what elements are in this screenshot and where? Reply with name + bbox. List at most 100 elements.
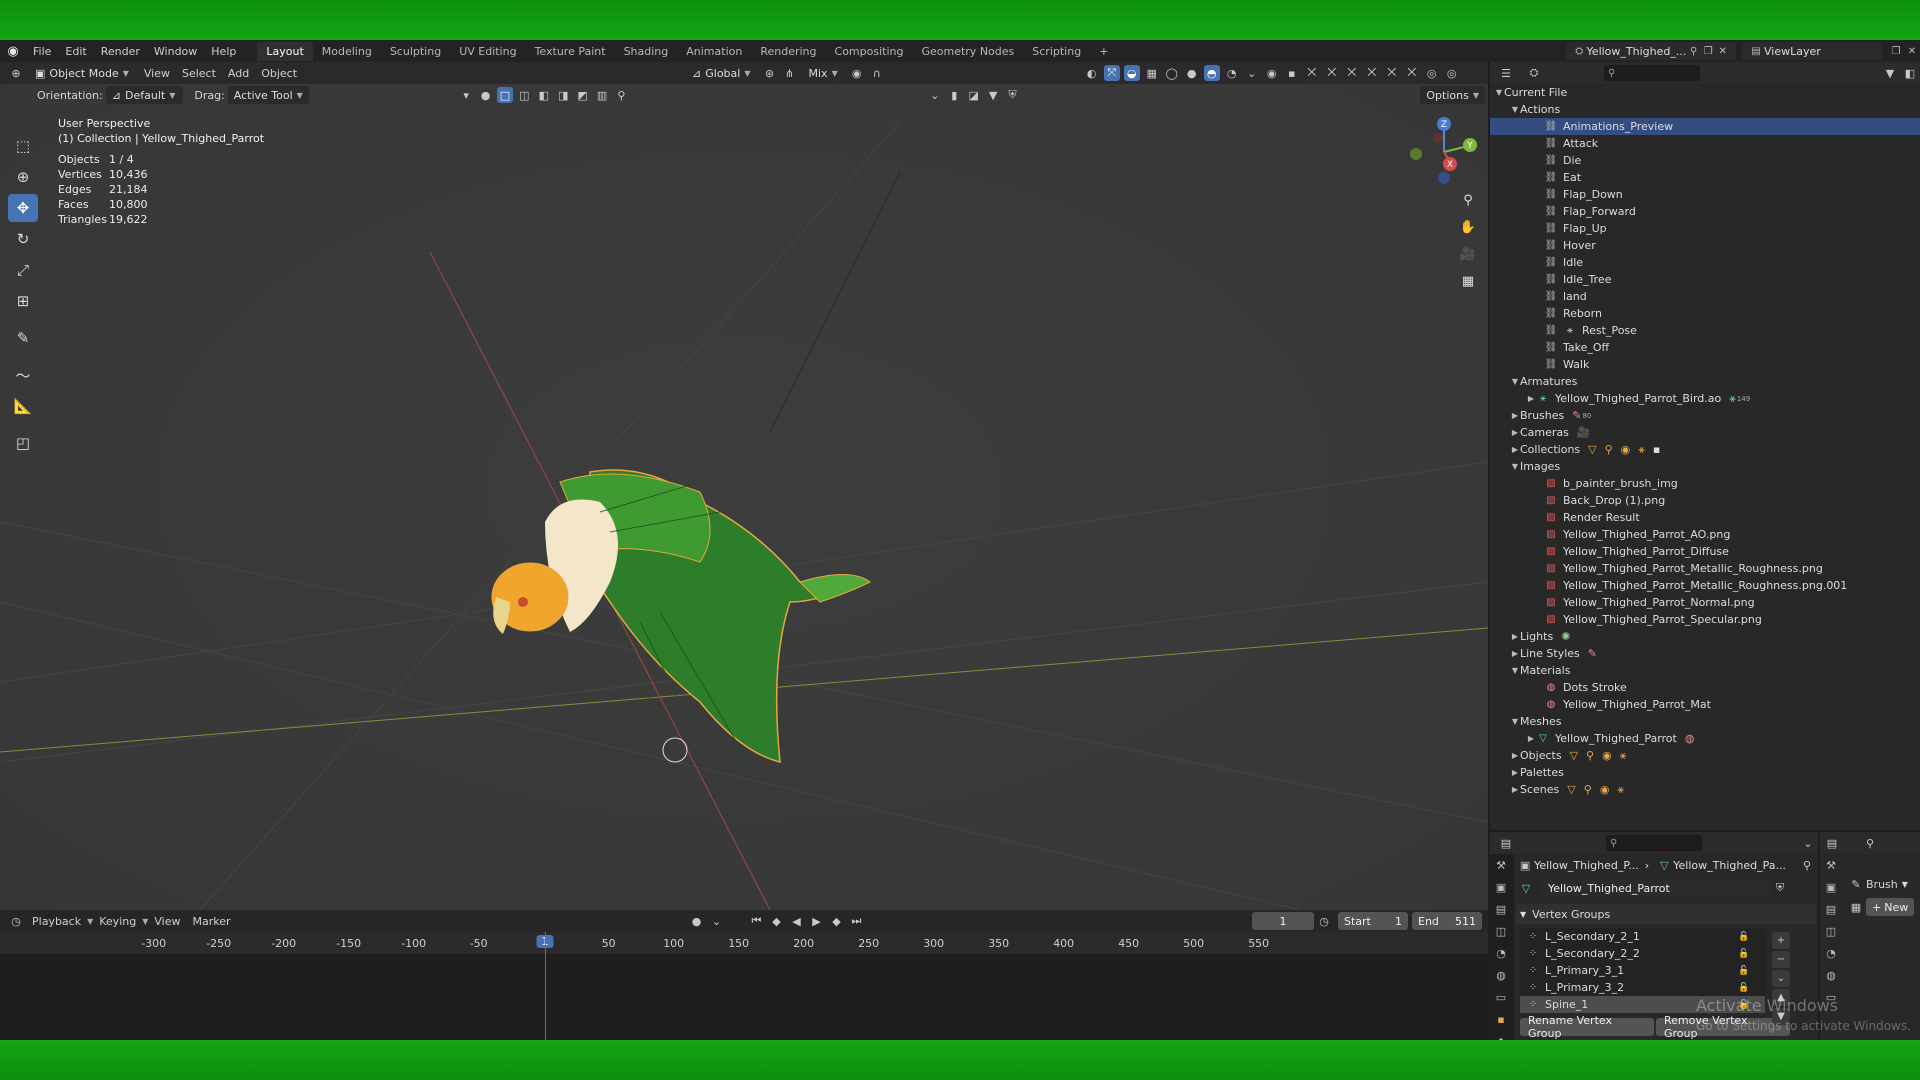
menu-edit[interactable]: Edit — [58, 45, 93, 58]
outliner-item-action[interactable]: ⛓ Walk — [1490, 356, 1920, 373]
mirror-z-icon[interactable]: ⨉ — [1344, 65, 1360, 81]
outliner-item-image[interactable]: ▨ Render Result — [1490, 509, 1920, 526]
outliner-editor-icon[interactable]: ☰ — [1498, 65, 1514, 81]
filter-icon[interactable]: ▼ — [985, 87, 1000, 103]
outliner-item-lights[interactable]: ▶ Lights ✺ — [1490, 628, 1920, 645]
outliner-item-image[interactable]: ▨ Back_Drop (1).png — [1490, 492, 1920, 509]
play-icon[interactable]: ▶ — [809, 913, 825, 929]
menu-window[interactable]: Window — [147, 45, 204, 58]
fake-user-shield-icon[interactable]: ⛨ — [1772, 880, 1788, 896]
camera-icon[interactable]: ▥ — [594, 87, 609, 103]
tab-shading[interactable]: Shading — [615, 42, 678, 61]
outliner-item-line-styles[interactable]: ▶ Line Styles ✎ — [1490, 645, 1920, 662]
tab-modeling[interactable]: Modeling — [313, 42, 381, 61]
properties-search-input[interactable]: ⚲ — [1606, 835, 1702, 851]
jump-start-icon[interactable]: ⏮ — [749, 913, 765, 929]
navigation-gizmo[interactable]: Z Y X — [1400, 112, 1480, 192]
search-icon[interactable]: ⚲ — [614, 87, 629, 103]
chevron-right-icon[interactable]: ▶ — [1510, 632, 1520, 641]
outliner-item-material[interactable]: ◍ Yellow_Thighed_Parrot_Mat — [1490, 696, 1920, 713]
specials-menu-button[interactable]: ⌄ — [1772, 970, 1790, 987]
visibility-icon[interactable]: ◐ — [1084, 65, 1100, 81]
solid-shading-icon[interactable]: ● — [1184, 65, 1200, 81]
outliner-item-cameras[interactable]: ▶ Cameras 🎥 — [1490, 424, 1920, 441]
outliner-item-image[interactable]: ▨ Yellow_Thighed_Parrot_Diffuse — [1490, 543, 1920, 560]
vertex-group-row[interactable]: ⁘ L_Secondary_2_1 🔓 — [1520, 928, 1765, 945]
select-box-icon[interactable]: □ — [497, 87, 513, 103]
texture-icon[interactable]: ▦ — [1848, 899, 1864, 915]
move-tool[interactable]: ✥ — [8, 194, 38, 222]
duplicate-icon[interactable]: ❐ — [1701, 43, 1716, 59]
remove-view-layer-icon[interactable]: ✕ — [1904, 43, 1920, 59]
3d-viewport[interactable]: ⊕ ▣ Object Mode ▼ View Select Add Object… — [0, 62, 1488, 910]
scale-tool[interactable]: ⤢ — [8, 256, 38, 284]
properties-editor-icon[interactable]: ▤ — [1498, 835, 1514, 851]
outliner-item-brushes[interactable]: ▶ Brushes ✎ 80 — [1490, 407, 1920, 424]
outliner-item-image[interactable]: ▨ Yellow_Thighed_Parrot_AO.png — [1490, 526, 1920, 543]
outliner-item-actions[interactable]: ▼ Actions — [1490, 101, 1920, 118]
rotate-tool[interactable]: ↻ — [8, 225, 38, 253]
close-icon[interactable]: ✕ — [1715, 43, 1730, 59]
add-cube-tool[interactable]: ◰ — [8, 429, 38, 457]
chevron-down-icon[interactable]: ▼ — [1510, 105, 1520, 114]
outliner-item-image[interactable]: ▨ Yellow_Thighed_Parrot_Normal.png — [1490, 594, 1920, 611]
menu-add[interactable]: Add — [222, 67, 255, 80]
camera-view-icon[interactable]: 🎥 — [1456, 242, 1480, 266]
mirror-x-icon[interactable]: ⨉ — [1304, 65, 1320, 81]
menu-select[interactable]: Select — [176, 67, 222, 80]
tab-scripting[interactable]: Scripting — [1023, 42, 1090, 61]
selection-mode-icon[interactable]: ▾ — [458, 87, 473, 103]
vertex-group-row[interactable]: ⁘ L_Primary_3_1 🔓 — [1520, 962, 1765, 979]
transform-orientation-dropdown[interactable]: ⊿ Global ▼ — [686, 64, 757, 82]
select-extend-icon[interactable]: ◫ — [517, 87, 532, 103]
menu-render[interactable]: Render — [94, 45, 147, 58]
lock-z-icon[interactable]: ⨉ — [1404, 65, 1420, 81]
proportional-edit-icon[interactable]: ◉ — [849, 65, 865, 81]
chevron-right-icon[interactable]: ▶ — [1510, 649, 1520, 658]
outliner-item-armature[interactable]: ▶ ⚹ Yellow_Thighed_Parrot_Bird.ao ⚹ 149 — [1490, 390, 1920, 407]
hide-icon[interactable]: ▪ — [1284, 65, 1300, 81]
tab-compositing[interactable]: Compositing — [826, 42, 913, 61]
chevron-down-icon[interactable]: ▼ — [1510, 717, 1520, 726]
chevron-down-icon[interactable]: ▼ — [1510, 666, 1520, 675]
blender-logo-icon[interactable]: ◉ — [0, 44, 26, 59]
overlay-toggle-icon[interactable]: ◒ — [1123, 65, 1140, 81]
pan-hand-icon[interactable]: ✋ — [1456, 215, 1480, 239]
tab-sculpting[interactable]: Sculpting — [381, 42, 450, 61]
pin-icon[interactable]: ⚲ — [1800, 857, 1814, 873]
play-reverse-icon[interactable]: ◀ — [789, 913, 805, 929]
outliner-item-action[interactable]: ⛓ Die — [1490, 152, 1920, 169]
chevron-right-icon[interactable]: ▶ — [1510, 445, 1520, 454]
mirror-y-icon[interactable]: ⨉ — [1324, 65, 1340, 81]
outliner-item-material[interactable]: ◍ Dots Stroke — [1490, 679, 1920, 696]
chevron-down-icon[interactable]: ▼ — [1510, 377, 1520, 386]
properties-editor-icon[interactable]: ▤ — [1824, 835, 1840, 851]
world-tab-icon[interactable]: ◍ — [1490, 964, 1512, 986]
chevron-right-icon[interactable]: ▶ — [1510, 411, 1520, 420]
snap-icon[interactable]: ⋔ — [782, 65, 798, 81]
vertex-groups-panel-header[interactable]: ▼ Vertex Groups — [1516, 904, 1816, 924]
pivot-icon[interactable]: ⊛ — [762, 65, 778, 81]
pin-icon[interactable]: ⚲ — [1686, 43, 1701, 59]
end-frame-field[interactable]: End 511 — [1412, 912, 1482, 930]
display-mode-icon[interactable]: ⛭ — [1526, 65, 1542, 81]
material-shading-icon[interactable]: ◓ — [1203, 65, 1220, 81]
annotate-tool[interactable]: ✎ — [8, 324, 38, 352]
menu-file[interactable]: File — [26, 45, 58, 58]
world-tab-icon[interactable]: ◍ — [1820, 964, 1842, 986]
chevron-right-icon[interactable]: ▶ — [1526, 734, 1536, 743]
menu-help[interactable]: Help — [204, 45, 243, 58]
bookmark-icon[interactable]: ▮ — [947, 87, 962, 103]
select-box-tool[interactable]: ⬚ — [8, 132, 38, 160]
zoom-icon[interactable]: ⚲ — [1456, 188, 1480, 212]
scene-selector[interactable]: ⛭ Yellow_Thighed_... ⚲ ❐ ✕ — [1566, 42, 1736, 60]
outliner-item-collections[interactable]: ▶ Collections ▽ ⚲ ◉ ⚹ ▪ — [1490, 441, 1920, 458]
outliner-item-image[interactable]: ▨ Yellow_Thighed_Parrot_Metallic_Roughnes… — [1490, 560, 1920, 577]
remove-vertex-group-button[interactable]: − — [1772, 951, 1790, 968]
editor-type-icon[interactable]: ⊕ — [8, 65, 24, 81]
rendered-shading-icon[interactable]: ◔ — [1224, 65, 1240, 81]
xray-icon[interactable]: ▦ — [1144, 65, 1160, 81]
menu-object[interactable]: Object — [255, 67, 303, 80]
jump-end-icon[interactable]: ⏭ — [849, 913, 865, 929]
outliner-item-image[interactable]: ▨ b_painter_brush_img — [1490, 475, 1920, 492]
